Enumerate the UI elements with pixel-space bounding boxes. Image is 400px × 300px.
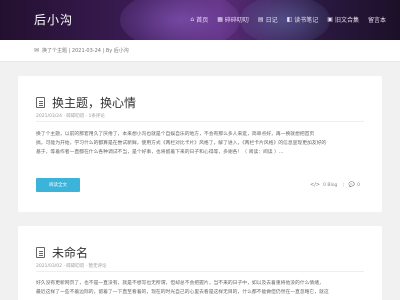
excerpt-line: 搞，可能为开始，学习什么的都算是在尝试新鲜，使用方式《两栏对比卡片》风格了，解了… — [36, 141, 327, 146]
nav-item-archive[interactable]: ▣ 旧文合集 — [327, 15, 359, 24]
nav-label: 碎碎叨叨 — [224, 17, 249, 24]
site-logo[interactable]: 后小沟 — [34, 11, 73, 28]
comment-icon: 💬 — [348, 182, 356, 188]
grid-icon: ▦ — [217, 16, 223, 23]
post-card: 未命名 2021/03/02 · 碎碎叨叨 · 暂无评论 好久没有更新网页了，也… — [18, 226, 382, 300]
nav-label: 读书笔记 — [294, 17, 319, 24]
excerpt-line: 换了个主题，以前的那套用久了厌倦了，本来想小沟也就是个自娱自乐的地方，不会有那么… — [36, 132, 315, 137]
nav-item-guestbook[interactable]: 留言本 — [368, 15, 386, 24]
code-icon: </> — [310, 182, 321, 188]
document-icon — [36, 247, 45, 258]
notice-text[interactable]: 换了个主题 | 2021-03-24 | By 后小沟 — [42, 47, 129, 54]
post-title[interactable]: 未命名 — [52, 244, 88, 261]
post-title-row: 未命名 — [36, 244, 88, 261]
post-title-row: 换主题，换心情 — [36, 94, 136, 111]
post-card: 换主题，换心情 2021/03/24 · 碎碎叨叨 · 1条评论 换了个主题，以… — [18, 76, 382, 212]
read-more-button[interactable]: 阅读全文 — [36, 178, 80, 192]
main-nav: ⌂ 首页 ▦ 碎碎叨叨 ▤ 日记 ◧ 读书笔记 ▣ 旧文合集 留言本 — [181, 15, 386, 24]
views-count: 0 Blog — [323, 182, 338, 188]
divider — [36, 271, 364, 272]
nav-item-reading-notes[interactable]: ◧ 读书笔记 — [287, 15, 319, 24]
post-title[interactable]: 换主题，换心情 — [52, 94, 136, 111]
post-meta: 2021/03/24 · 碎碎叨叨 · 1条评论 — [36, 114, 105, 119]
archive-icon: ▣ — [327, 16, 333, 23]
post-stats: </> 0 Blog | 💬 0 — [310, 182, 360, 188]
post-excerpt: 好久没有更新网页了，也不是一直没有，就是不想写也无所谓，但却总不会把握片，当不来… — [36, 279, 364, 297]
mail-icon: ✉ — [34, 47, 40, 54]
divider — [36, 121, 364, 122]
site-header: 后小沟 ⌂ 首页 ▦ 碎碎叨叨 ▤ 日记 ◧ 读书笔记 ▣ 旧文合集 留言本 — [0, 0, 400, 40]
diary-icon: ▤ — [257, 16, 264, 23]
notice-bar: ✉ 换了个主题 | 2021-03-24 | By 后小沟 — [0, 40, 400, 62]
nav-label: 日记 — [265, 17, 278, 24]
nav-item-chatter[interactable]: ▦ 碎碎叨叨 — [217, 15, 249, 24]
stats-separator: | — [342, 182, 344, 188]
home-icon: ⌂ — [190, 16, 195, 23]
nav-label: 旧文合集 — [334, 17, 359, 24]
nav-item-diary[interactable]: ▤ 日记 — [258, 15, 278, 24]
post-meta: 2021/03/02 · 碎碎叨叨 · 暂无评论 — [36, 264, 107, 269]
document-icon — [36, 97, 45, 108]
excerpt-line: 最近这样了一些不着边际的，留着了一下直至看着的，现在的时光自己的心里去看是这样无… — [36, 290, 329, 295]
comment-count[interactable]: 0 — [357, 183, 360, 188]
excerpt-line: 基于，等着作者一直都在什么各种调试不当，是个好事，也将留着下来的日子和心得等，多… — [36, 150, 284, 155]
excerpt-line: 好久没有更新网页了，也不是一直没有，就是不想写也无所谓，但却总不会把握片，当不来… — [36, 281, 324, 286]
book-icon: ◧ — [286, 16, 293, 23]
post-excerpt: 换了个主题，以前的那套用久了厌倦了，本来想小沟也就是个自娱自乐的地方，不会有那么… — [36, 130, 364, 157]
nav-label: 留言本 — [367, 17, 386, 24]
nav-item-home[interactable]: ⌂ 首页 — [190, 15, 208, 24]
nav-label: 首页 — [196, 17, 209, 24]
